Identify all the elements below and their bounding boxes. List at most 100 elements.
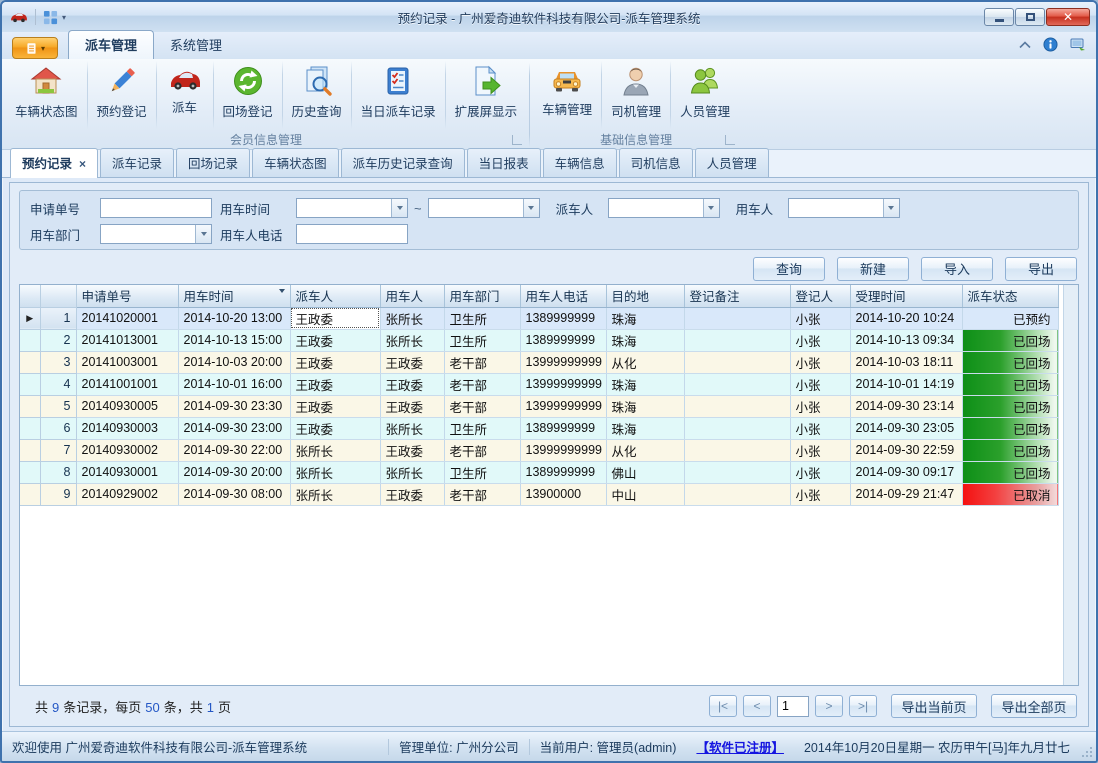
col-dispatch-status[interactable]: 派车状态 bbox=[962, 285, 1058, 307]
col-remark[interactable]: 登记备注 bbox=[684, 285, 790, 307]
btn-personnel-mgmt[interactable]: 人员管理 bbox=[671, 61, 739, 129]
row-indicator[interactable] bbox=[20, 461, 40, 483]
cell-order[interactable]: 20141020001 bbox=[76, 307, 178, 329]
cell-dept[interactable]: 卫生所 bbox=[444, 417, 520, 439]
minimize-button[interactable] bbox=[984, 8, 1014, 26]
skin-display-icon[interactable] bbox=[1070, 37, 1086, 52]
cell-dispatcher[interactable]: 张所长 bbox=[290, 461, 380, 483]
cell-user[interactable]: 王政委 bbox=[380, 351, 444, 373]
vertical-scrollbar[interactable] bbox=[1063, 285, 1078, 685]
cell-accepted[interactable]: 2014-10-01 14:19 bbox=[850, 373, 962, 395]
table-row[interactable]: 2201410130012014-10-13 15:00王政委张所长卫生所138… bbox=[20, 329, 1058, 351]
cell-remark[interactable] bbox=[684, 417, 790, 439]
cell-registrar[interactable]: 小张 bbox=[790, 417, 850, 439]
row-number[interactable]: 2 bbox=[40, 329, 76, 351]
cell-accepted[interactable]: 2014-10-03 18:11 bbox=[850, 351, 962, 373]
btn-today-dispatch-records[interactable]: 当日派车记录 bbox=[352, 61, 445, 129]
cell-dest[interactable]: 珠海 bbox=[606, 373, 684, 395]
license-registered-link[interactable]: 【软件已注册】 bbox=[686, 737, 794, 756]
row-indicator[interactable] bbox=[20, 395, 40, 417]
cell-registrar[interactable]: 小张 bbox=[790, 329, 850, 351]
cell-dept[interactable]: 老干部 bbox=[444, 351, 520, 373]
info-icon[interactable] bbox=[1043, 37, 1058, 52]
cell-time[interactable]: 2014-10-20 13:00 bbox=[178, 307, 290, 329]
cell-accepted[interactable]: 2014-09-29 21:47 bbox=[850, 483, 962, 505]
use-time-to-combo[interactable] bbox=[428, 198, 540, 218]
cell-user[interactable]: 张所长 bbox=[380, 417, 444, 439]
dialog-launcher-icon[interactable] bbox=[725, 135, 735, 145]
col-phone[interactable]: 用车人电话 bbox=[520, 285, 606, 307]
row-number[interactable]: 4 bbox=[40, 373, 76, 395]
user-combo[interactable] bbox=[788, 198, 900, 218]
col-order-no[interactable]: 申请单号 bbox=[76, 285, 178, 307]
table-row[interactable]: 5201409300052014-09-30 23:30王政委王政委老干部139… bbox=[20, 395, 1058, 417]
title-bar[interactable]: ▾ 预约记录 - 广州爱奇迪软件科技有限公司-派车管理系统 ✕ bbox=[2, 2, 1096, 32]
table-row[interactable]: 4201410010012014-10-01 16:00王政委王政委老干部139… bbox=[20, 373, 1058, 395]
cell-dept[interactable]: 卫生所 bbox=[444, 461, 520, 483]
cell-status[interactable]: 已回场 bbox=[962, 329, 1058, 351]
cell-dest[interactable]: 珠海 bbox=[606, 329, 684, 351]
row-number[interactable]: 3 bbox=[40, 351, 76, 373]
col-destination[interactable]: 目的地 bbox=[606, 285, 684, 307]
tab-reservation-records[interactable]: 预约记录× bbox=[10, 148, 98, 178]
cell-remark[interactable] bbox=[684, 307, 790, 329]
cell-dispatcher[interactable]: 王政委 bbox=[290, 351, 380, 373]
cell-order[interactable]: 20140930005 bbox=[76, 395, 178, 417]
ribbon-tab-system-mgmt[interactable]: 系统管理 bbox=[154, 31, 238, 59]
cell-user[interactable]: 王政委 bbox=[380, 395, 444, 417]
btn-extended-screen[interactable]: 扩展屏显示 bbox=[446, 61, 527, 129]
cell-phone[interactable]: 13999999999 bbox=[520, 351, 606, 373]
table-row[interactable]: 8201409300012014-09-30 20:00张所长张所长卫生所138… bbox=[20, 461, 1058, 483]
app-menu-button[interactable]: ▾ bbox=[12, 37, 58, 59]
cell-accepted[interactable]: 2014-09-30 23:14 bbox=[850, 395, 962, 417]
maximize-button[interactable] bbox=[1015, 8, 1045, 26]
cell-dept[interactable]: 老干部 bbox=[444, 373, 520, 395]
btn-reservation-register[interactable]: 预约登记 bbox=[88, 61, 156, 129]
prev-page-button[interactable]: < bbox=[743, 695, 771, 717]
cell-order[interactable]: 20140930002 bbox=[76, 439, 178, 461]
order-no-input[interactable] bbox=[100, 198, 212, 218]
table-row[interactable]: 9201409290022014-09-30 08:00张所长王政委老干部139… bbox=[20, 483, 1058, 505]
col-registrar[interactable]: 登记人 bbox=[790, 285, 850, 307]
cell-order[interactable]: 20140930001 bbox=[76, 461, 178, 483]
cell-user[interactable]: 张所长 bbox=[380, 329, 444, 351]
cell-order[interactable]: 20141003001 bbox=[76, 351, 178, 373]
cell-status[interactable]: 已预约 bbox=[962, 307, 1058, 329]
row-indicator[interactable] bbox=[20, 351, 40, 373]
btn-driver-mgmt[interactable]: 司机管理 bbox=[602, 61, 670, 129]
row-number[interactable]: 1 bbox=[40, 307, 76, 329]
cell-accepted[interactable]: 2014-09-30 23:05 bbox=[850, 417, 962, 439]
last-page-button[interactable]: >| bbox=[849, 695, 877, 717]
cell-dispatcher[interactable]: 张所长 bbox=[290, 483, 380, 505]
cell-time[interactable]: 2014-09-30 23:00 bbox=[178, 417, 290, 439]
cell-dispatcher[interactable]: 王政委 bbox=[290, 307, 380, 329]
cell-user[interactable]: 王政委 bbox=[380, 439, 444, 461]
phone-input[interactable] bbox=[296, 224, 408, 244]
table-row[interactable]: 6201409300032014-09-30 23:00王政委张所长卫生所138… bbox=[20, 417, 1058, 439]
cell-dept[interactable]: 卫生所 bbox=[444, 307, 520, 329]
cell-dispatcher[interactable]: 王政委 bbox=[290, 395, 380, 417]
cell-time[interactable]: 2014-09-30 22:00 bbox=[178, 439, 290, 461]
row-indicator[interactable] bbox=[20, 439, 40, 461]
cell-status[interactable]: 已回场 bbox=[962, 351, 1058, 373]
row-number[interactable]: 9 bbox=[40, 483, 76, 505]
tab-driver-info[interactable]: 司机信息 bbox=[619, 148, 693, 177]
col-accept-time[interactable]: 受理时间 bbox=[850, 285, 962, 307]
cell-dept[interactable]: 卫生所 bbox=[444, 329, 520, 351]
resize-grip[interactable] bbox=[1081, 746, 1093, 758]
cell-time[interactable]: 2014-10-13 15:00 bbox=[178, 329, 290, 351]
table-row[interactable]: 3201410030012014-10-03 20:00王政委王政委老干部139… bbox=[20, 351, 1058, 373]
chevron-down-icon[interactable] bbox=[391, 199, 407, 217]
cell-accepted[interactable]: 2014-09-30 09:17 bbox=[850, 461, 962, 483]
chevron-down-icon[interactable]: ▾ bbox=[62, 13, 66, 22]
chevron-down-icon[interactable] bbox=[703, 199, 719, 217]
row-number[interactable]: 5 bbox=[40, 395, 76, 417]
row-number[interactable]: 6 bbox=[40, 417, 76, 439]
dept-combo[interactable] bbox=[100, 224, 212, 244]
cell-registrar[interactable]: 小张 bbox=[790, 461, 850, 483]
cell-phone[interactable]: 13999999999 bbox=[520, 439, 606, 461]
btn-dispatch[interactable]: 派车 bbox=[157, 61, 213, 129]
btn-history-query[interactable]: 历史查询 bbox=[283, 61, 351, 129]
cell-status[interactable]: 已取消 bbox=[962, 483, 1058, 505]
cell-registrar[interactable]: 小张 bbox=[790, 395, 850, 417]
